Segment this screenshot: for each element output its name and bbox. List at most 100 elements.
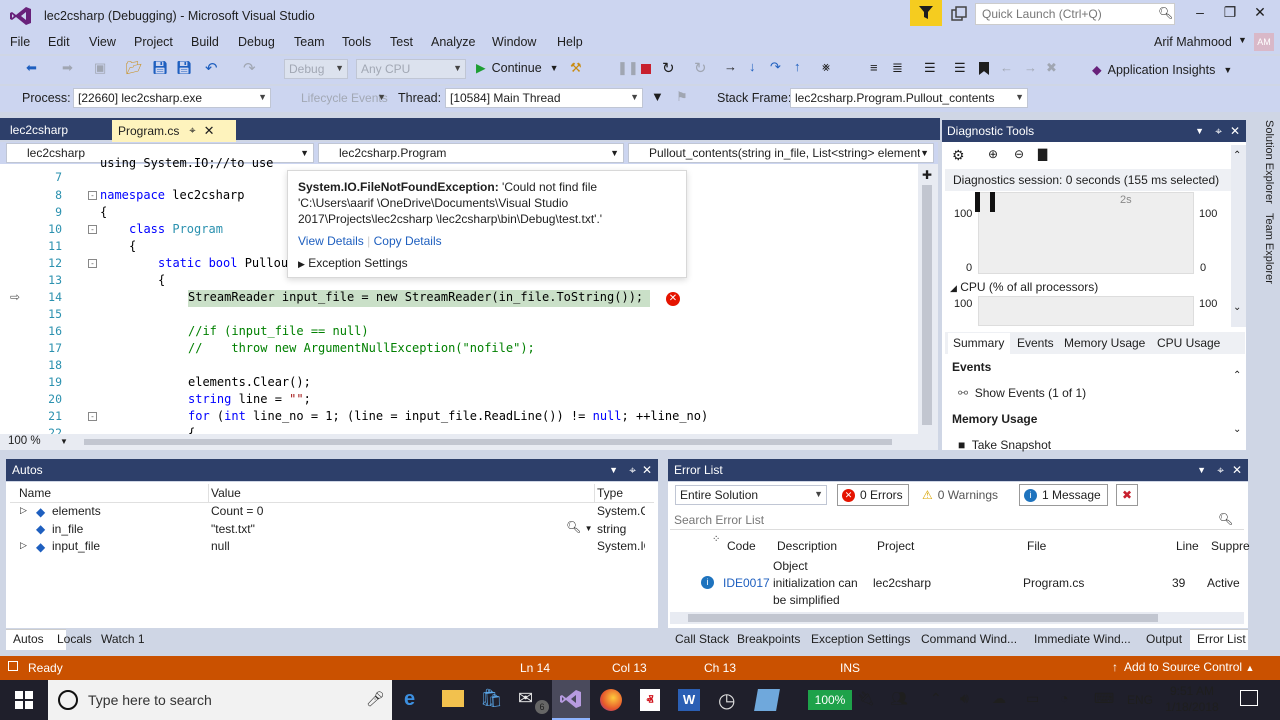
step-over-icon[interactable]: ↷ bbox=[770, 59, 781, 75]
restore-button[interactable]: ❐ bbox=[1216, 4, 1244, 24]
autos-row-name[interactable]: input_file bbox=[52, 539, 100, 553]
step-into-icon[interactable]: ↓ bbox=[749, 59, 756, 74]
battery-indicator[interactable]: 100% bbox=[808, 690, 852, 710]
scroll-thumb[interactable] bbox=[84, 439, 892, 445]
indent-icon[interactable]: ≣ bbox=[892, 60, 903, 76]
gear-icon[interactable]: ⚙ bbox=[952, 147, 965, 164]
next-bookmark-icon[interactable]: → bbox=[1024, 60, 1037, 75]
expand-icon[interactable]: ▷ bbox=[20, 540, 27, 551]
autos-row-value[interactable]: Count = 0 bbox=[211, 504, 263, 518]
menu-analyze[interactable]: Analyze bbox=[431, 35, 475, 49]
stack-frame-dropdown[interactable]: lec2csharp.Program.Pullout_contents ▼ bbox=[790, 88, 1028, 108]
notifications-icon[interactable] bbox=[950, 5, 968, 23]
break-all-icon[interactable]: ❚❚ bbox=[617, 60, 639, 76]
user-name[interactable]: Arif Mahmood bbox=[1154, 35, 1232, 49]
column-project[interactable]: Project bbox=[877, 539, 914, 553]
sort-icon[interactable]: ⁘ bbox=[712, 534, 720, 545]
take-snapshot-button[interactable]: ■ Take Snapshot bbox=[958, 438, 1051, 452]
prev-bookmark-icon[interactable]: ← bbox=[1000, 60, 1013, 75]
exception-settings-toggle[interactable]: ▶ Exception Settings bbox=[298, 255, 676, 272]
magnifier-icon[interactable]: 🔍︎ ▼ bbox=[566, 520, 593, 534]
people-icon[interactable]: 👥︎ bbox=[890, 690, 908, 707]
file-explorer-icon[interactable] bbox=[442, 690, 464, 707]
pin-icon[interactable]: ⌖ bbox=[1215, 124, 1222, 139]
microphone-icon[interactable]: 🎤︎ bbox=[366, 690, 385, 708]
tab-exception-settings[interactable]: Exception Settings bbox=[811, 632, 910, 652]
scroll-thumb[interactable] bbox=[922, 185, 932, 425]
cpu-graph[interactable] bbox=[978, 296, 1194, 326]
tab-error-list[interactable]: Error List bbox=[1197, 632, 1246, 652]
hex-display-icon[interactable]: ⨳ bbox=[822, 59, 830, 75]
undo-icon[interactable]: ↶ bbox=[205, 59, 218, 77]
errors-filter-button[interactable]: ✕ 0 Errors bbox=[837, 484, 909, 506]
refresh-icon[interactable]: ↻ bbox=[694, 59, 707, 77]
volume-icon[interactable]: 🔊︎ bbox=[960, 690, 969, 707]
split-icon[interactable]: ✚ bbox=[922, 168, 932, 182]
menu-view[interactable]: View bbox=[89, 35, 116, 49]
feedback-filter-button[interactable] bbox=[910, 0, 942, 26]
new-project-icon[interactable]: ▣ bbox=[94, 60, 106, 76]
network-icon[interactable]: ▭ bbox=[1026, 690, 1039, 707]
store-icon[interactable]: 🛍︎ bbox=[480, 688, 503, 709]
mail-icon[interactable]: ✉ bbox=[518, 688, 533, 709]
chevron-up-icon[interactable]: ⌃ bbox=[1233, 150, 1241, 161]
clock[interactable]: 9:51 AM 1/18/2018 bbox=[1164, 684, 1220, 714]
funnel-icon[interactable]: ▼ bbox=[651, 89, 664, 104]
copy-details-link[interactable]: Copy Details bbox=[374, 234, 442, 248]
solution-explorer-side-tab[interactable]: Solution Explorer Team Explorer bbox=[1255, 120, 1275, 300]
zoom-level[interactable]: 100 % bbox=[8, 435, 41, 447]
column-file[interactable]: File bbox=[1027, 539, 1046, 553]
configuration-dropdown[interactable]: Debug ▼ bbox=[284, 59, 348, 79]
column-description[interactable]: Description bbox=[777, 539, 837, 553]
menu-edit[interactable]: Edit bbox=[48, 35, 70, 49]
menu-tools[interactable]: Tools bbox=[342, 35, 371, 49]
column-value[interactable]: Value bbox=[211, 486, 241, 500]
close-button[interactable]: ✕ bbox=[1246, 4, 1274, 24]
chevron-down-icon[interactable]: ▼ bbox=[1238, 35, 1247, 45]
plug-icon[interactable]: 🔌︎ bbox=[857, 690, 875, 707]
quick-launch-input[interactable]: Quick Launch (Ctrl+Q) bbox=[975, 3, 1175, 25]
show-next-statement-icon[interactable]: → bbox=[724, 59, 737, 74]
collapse-icon[interactable]: - bbox=[88, 412, 97, 421]
menu-file[interactable]: File bbox=[10, 35, 30, 49]
column-code[interactable]: Code bbox=[727, 539, 756, 553]
view-details-link[interactable]: View Details bbox=[298, 234, 364, 248]
tab-lec2csharp[interactable]: lec2csharp bbox=[4, 120, 108, 140]
autos-row-value[interactable]: "test.txt" bbox=[211, 522, 255, 536]
show-events-link[interactable]: ⚯ Show Events (1 of 1) bbox=[958, 386, 1086, 400]
chevron-up-icon[interactable]: ⌃ bbox=[1233, 370, 1241, 381]
column-line[interactable]: Line bbox=[1176, 539, 1199, 553]
close-icon[interactable]: ✕ bbox=[204, 123, 215, 139]
language-indicator[interactable]: ENG bbox=[1127, 693, 1153, 707]
events-timeline[interactable] bbox=[978, 192, 1194, 274]
pin-icon[interactable]: ⌖ bbox=[189, 125, 195, 138]
restart-icon[interactable]: ↻ bbox=[662, 59, 675, 77]
zoom-out-icon[interactable]: ⊖ bbox=[1014, 147, 1024, 161]
menu-debug[interactable]: Debug bbox=[238, 35, 275, 49]
format-icon[interactable]: ≡ bbox=[870, 60, 878, 75]
pin-icon[interactable]: ⌖ bbox=[1217, 463, 1224, 478]
open-file-icon[interactable]: 📂︎ bbox=[126, 60, 143, 76]
tab-immediate-window[interactable]: Immediate Wind... bbox=[1034, 632, 1131, 652]
chevron-down-icon[interactable]: ▼ bbox=[1195, 126, 1204, 136]
thread-dropdown[interactable]: [10584] Main Thread ▼ bbox=[445, 88, 643, 108]
chevron-down-icon[interactable]: ▼ bbox=[1197, 465, 1206, 475]
application-insights-button[interactable]: ◆ Application Insights ▼ bbox=[1092, 62, 1232, 78]
pin-icon[interactable]: ⌖ bbox=[629, 463, 636, 478]
expand-icon[interactable]: ▷ bbox=[20, 505, 27, 516]
autos-row-name[interactable]: elements bbox=[52, 504, 101, 518]
messages-filter-button[interactable]: i 1 Message bbox=[1019, 484, 1108, 506]
menu-build[interactable]: Build bbox=[191, 35, 219, 49]
process-dropdown[interactable]: [22660] lec2csharp.exe ▼ bbox=[73, 88, 271, 108]
tab-breakpoints[interactable]: Breakpoints bbox=[737, 632, 800, 652]
tab-output[interactable]: Output bbox=[1146, 632, 1182, 652]
collapse-icon[interactable]: - bbox=[88, 191, 97, 200]
platform-dropdown[interactable]: Any CPU ▼ bbox=[356, 59, 466, 79]
comment-icon[interactable]: ☰ bbox=[924, 60, 936, 76]
column-type[interactable]: Type bbox=[597, 486, 623, 500]
chevron-down-icon[interactable]: ⌄ bbox=[1233, 302, 1241, 313]
redo-icon[interactable]: ↷ bbox=[243, 59, 256, 77]
save-all-icon[interactable]: 💾︎ bbox=[176, 60, 193, 76]
warnings-filter-button[interactable]: ⚠ 0 Warnings bbox=[918, 484, 1010, 506]
step-out-icon[interactable]: ↑ bbox=[794, 59, 801, 74]
